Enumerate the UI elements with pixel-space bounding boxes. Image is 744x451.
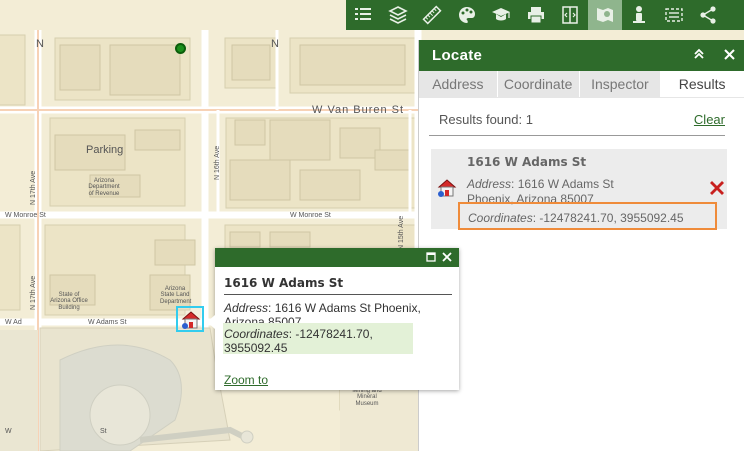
legend-icon[interactable] — [346, 0, 381, 30]
result-coordinates: Coordinates: -12478241.70, 3955092.45 — [468, 211, 684, 225]
measure-icon[interactable] — [415, 0, 450, 30]
close-icon[interactable] — [439, 251, 455, 265]
street-label-adams: W Adams St — [88, 319, 127, 326]
locate-panel: Locate Address Coordinate Inspector Resu… — [418, 40, 744, 451]
house-marker-icon — [181, 311, 201, 329]
locate-icon[interactable] — [587, 0, 622, 30]
popup-title: 1616 W Adams St — [224, 276, 344, 290]
street-label-17th-ave-2: N 17th Ave — [30, 275, 37, 310]
house-marker-icon — [437, 179, 457, 197]
popup-address-value: : 1616 W Adams St Phoenix, — [268, 301, 421, 315]
remove-result-icon[interactable] — [707, 179, 725, 197]
street-label-adams-left: W Ad — [5, 319, 22, 326]
clear-button[interactable]: Clear — [694, 112, 725, 127]
layers-icon[interactable] — [381, 0, 416, 30]
popup-coord-line2: 3955092.45 — [224, 341, 288, 355]
popup-header — [215, 248, 459, 267]
tab-results[interactable]: Results — [661, 71, 744, 97]
street-label-15th-ave: N 15th Ave — [398, 215, 405, 250]
tab-address[interactable]: Address — [419, 71, 498, 97]
street-label-van-buren: W Van Buren St — [312, 104, 405, 116]
street-label-monroe: W Monroe St — [290, 212, 331, 219]
street-label-n-left: N — [36, 38, 44, 50]
education-icon[interactable] — [484, 0, 519, 30]
result-coord-value: : -12478241.70, 3955092.45 — [532, 211, 684, 225]
result-item[interactable]: 1616 W Adams St Address: 1616 W Adams St… — [431, 149, 727, 230]
zoom-to-link[interactable]: Zoom to — [224, 373, 268, 387]
maximize-icon[interactable] — [423, 251, 439, 265]
result-map-marker[interactable] — [176, 306, 204, 332]
parking-label: Parking — [86, 144, 124, 156]
result-address-value: : 1616 W Adams St — [511, 177, 614, 191]
street-label-st-bottom: St — [100, 428, 107, 435]
street-label-w-bottom: W — [5, 428, 12, 435]
popup-pointer — [207, 315, 215, 329]
close-icon[interactable] — [714, 48, 744, 64]
popup-coord-line1: Coordinates: -12478241.70, — [224, 327, 373, 341]
state-land-label: Arizona State Land Department — [160, 286, 192, 305]
results-count: Results found: 1 — [439, 112, 533, 127]
tab-inspector[interactable]: Inspector — [580, 71, 662, 97]
state-office-label: State of Arizona Office Building — [50, 292, 88, 311]
tab-coordinate[interactable]: Coordinate — [498, 71, 580, 97]
popup-address-line1: Address: 1616 W Adams St Phoenix, — [224, 301, 421, 315]
print-icon[interactable] — [519, 0, 554, 30]
popup-coord-value: : -12478241.70, — [288, 327, 373, 341]
swipe-icon[interactable] — [553, 0, 588, 30]
result-coord-label: Coordinates — [468, 211, 533, 225]
result-title: 1616 W Adams St — [467, 155, 587, 169]
person-icon[interactable] — [622, 0, 657, 30]
double-chevron-up-icon[interactable] — [684, 48, 714, 64]
panel-title: Locate — [432, 47, 483, 64]
result-address-label: Address — [467, 177, 512, 191]
share-icon[interactable] — [691, 0, 726, 30]
basemap-gallery-icon[interactable] — [450, 0, 485, 30]
result-address-line1: Address: 1616 W Adams St — [467, 177, 614, 191]
location-dot-icon[interactable] — [175, 43, 186, 54]
street-label-n-mid: N — [271, 38, 279, 50]
panel-header: Locate — [419, 40, 744, 71]
popup-divider — [224, 294, 452, 295]
panel-tabs: Address Coordinate Inspector Results — [419, 71, 744, 98]
mineral-museum-label: Mining and Mineral Museum — [352, 388, 382, 407]
popup-coord-label: Coordinates — [224, 327, 289, 341]
revenue-label: Arizona Department of Revenue — [88, 178, 120, 197]
top-toolbar — [346, 0, 744, 30]
street-label-17th-ave: N 17th Ave — [30, 170, 37, 205]
popup-address-label: Address — [224, 301, 269, 315]
results-summary: Results found: 1 Clear — [429, 106, 725, 136]
street-label-monroe-left: W Monroe St — [5, 212, 46, 219]
info-popup: 1616 W Adams St Address: 1616 W Adams St… — [207, 248, 459, 390]
street-label-16th-ave: N 16th Ave — [214, 145, 221, 180]
select-icon[interactable] — [657, 0, 692, 30]
